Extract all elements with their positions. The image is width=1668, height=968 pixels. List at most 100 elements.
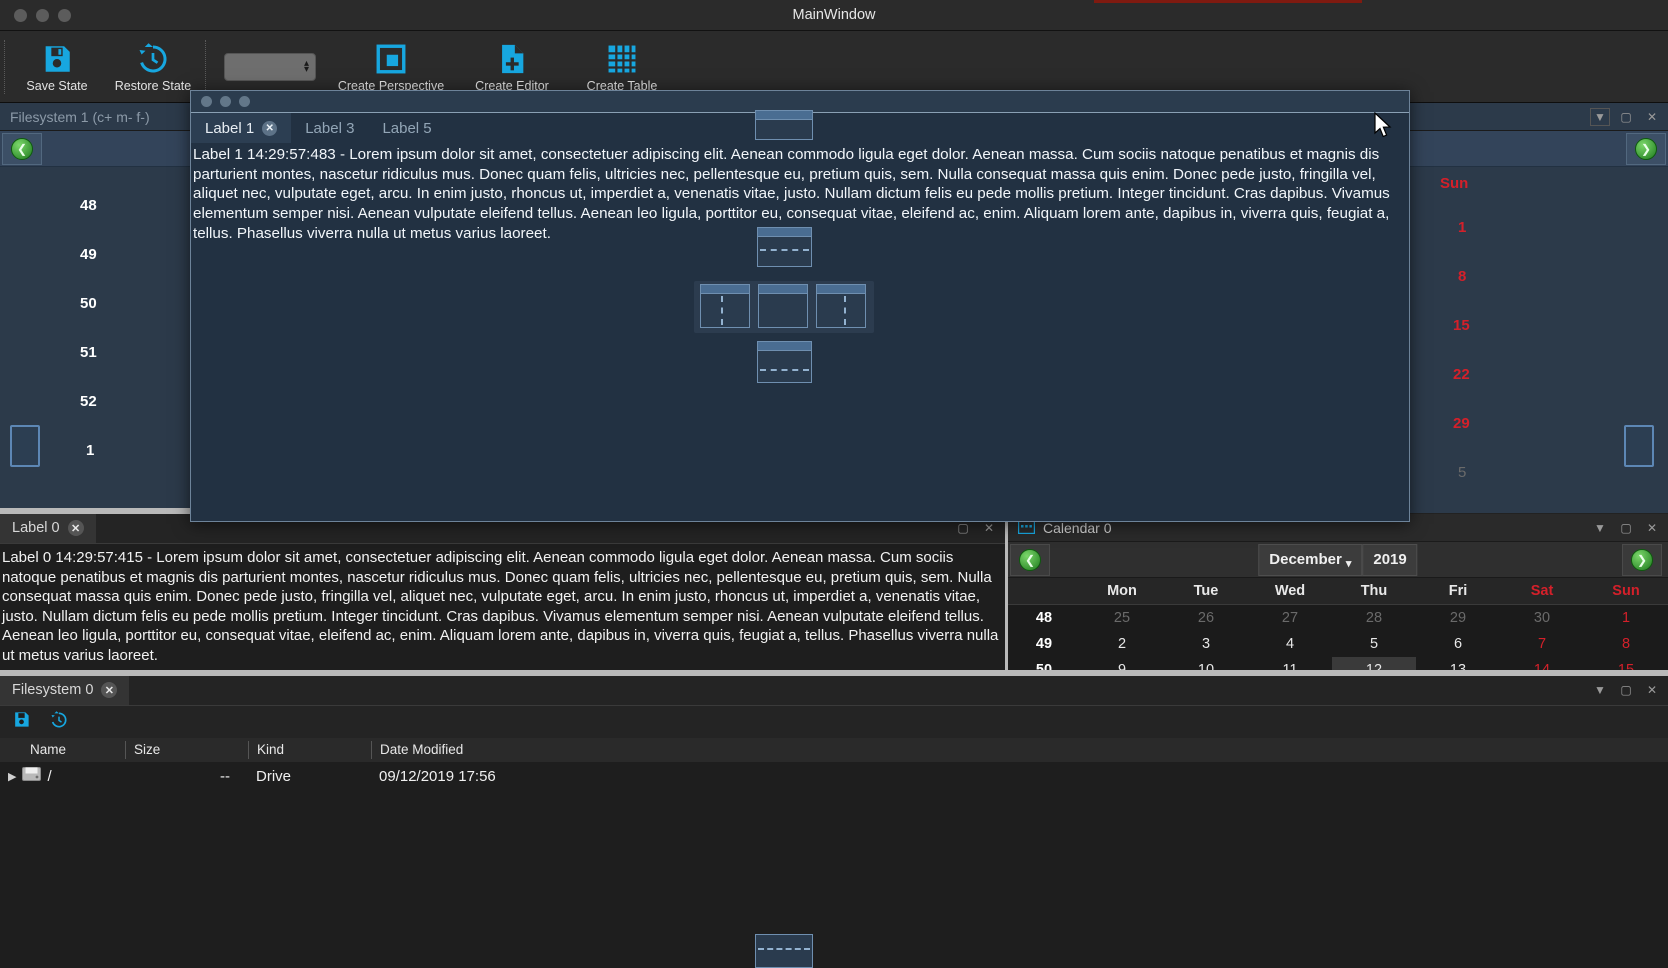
next-month-button[interactable]: ❯ [1626,133,1666,165]
calendar-0-next-button[interactable]: ❯ [1622,544,1662,576]
filesystem-0-tabbar: Filesystem 0 ✕ ▼ ▢ ✕ [0,676,1668,706]
chevron-down-icon[interactable]: ▼ [1590,681,1610,699]
create-perspective-button[interactable]: Create Perspective [326,35,456,99]
calendar-day[interactable]: 15 [1453,317,1470,334]
tab-label-5[interactable]: Label 5 [368,113,445,143]
calendar-week-row: 48 25 26 27 28 29 30 1 [1008,605,1668,631]
close-button[interactable] [201,96,212,107]
calendar-day[interactable]: 5 [1458,464,1466,481]
main-window: MainWindow Save State [0,0,1668,968]
restore-state-label: Restore State [115,79,191,93]
window-titlebar: MainWindow [0,0,1668,31]
dock-indicator-right-edge[interactable] [1624,425,1654,467]
calendar-day[interactable]: 4 [1248,631,1332,657]
count-spinbox[interactable]: ▴ ▾ [224,53,316,81]
calendar-day[interactable]: 1 [1584,605,1668,631]
restore-state-button[interactable]: Restore State [105,35,201,99]
label-0-text: Label 0 14:29:57:415 - Lorem ipsum dolor… [0,544,1005,666]
calendar-day[interactable]: 26 [1164,605,1248,631]
minimize-button[interactable] [220,96,231,107]
calendar-day[interactable]: 22 [1453,366,1470,383]
spinbox-arrows[interactable]: ▴ ▾ [304,61,309,73]
tab-label-3[interactable]: Label 3 [291,113,368,143]
filesystem-1-title: Filesystem 1 (c+ m- f-) [10,109,150,125]
tab-label-1[interactable]: Label 1 ✕ [191,113,291,143]
dock-indicator-top-edge[interactable] [755,110,813,140]
calendar-day[interactable]: 8 [1584,631,1668,657]
dock-indicator-bottom-outer[interactable] [755,934,813,968]
calendar-day[interactable]: 30 [1500,605,1584,631]
save-icon[interactable] [12,710,31,734]
calendar-day[interactable]: 25 [1080,605,1164,631]
week-number: 49 [1008,631,1080,657]
dock-indicator-right[interactable] [816,284,866,328]
panel-label-0: Label 0 ✕ ▢ ✕ Label 0 14:29:57:415 - Lor… [0,514,1005,674]
expander-triangle-icon[interactable]: ▶ [8,770,16,783]
close-button[interactable] [14,9,27,22]
traffic-light-group [14,9,71,22]
restore-clock-icon[interactable] [49,710,69,735]
column-header-date-modified[interactable]: Date Modified [371,741,1668,759]
chevron-down-icon: ▾ [1346,557,1352,570]
calendar-0-header-buttons: ▼ ▢ ✕ [1590,514,1662,542]
save-state-button[interactable]: Save State [9,35,105,99]
calendar-day[interactable]: 6 [1416,631,1500,657]
float-icon[interactable]: ▢ [1616,519,1636,537]
dock-indicator-center[interactable] [758,284,808,328]
column-header-kind[interactable]: Kind [248,741,371,759]
float-icon[interactable]: ▢ [1616,108,1636,126]
table-row[interactable]: ▶ / -- Drive 09/12/2019 17:56 [0,762,1668,790]
close-icon[interactable]: ✕ [1642,681,1662,699]
prev-month-button[interactable]: ❮ [2,133,42,165]
minimize-button[interactable] [36,9,49,22]
week-number: 49 [80,246,97,263]
calendar-day[interactable]: 27 [1248,605,1332,631]
calendar-day[interactable]: 2 [1080,631,1164,657]
day-header-wed: Wed [1248,578,1332,604]
calendar-day[interactable]: 8 [1458,268,1466,285]
tab-label-0[interactable]: Label 0 ✕ [0,513,96,543]
zoom-button[interactable] [58,9,71,22]
calendar-day[interactable]: 29 [1416,605,1500,631]
tab-filesystem-0[interactable]: Filesystem 0 ✕ [0,675,129,705]
dock-indicator-left-edge[interactable] [10,425,40,467]
month-label: December [1269,551,1342,568]
week-number: 48 [1008,605,1080,631]
create-table-button[interactable]: Create Table [568,35,676,99]
tab-label-1-text: Label 1 [205,120,254,137]
close-icon[interactable]: ✕ [1642,519,1662,537]
calendar-day[interactable]: 1 [1458,219,1466,236]
dock-indicator-left[interactable] [700,284,750,328]
calendar-day[interactable]: 29 [1453,415,1470,432]
calendar-day[interactable]: 5 [1332,631,1416,657]
week-number: 48 [80,197,97,214]
day-header-tue: Tue [1164,578,1248,604]
create-editor-button[interactable]: Create Editor [456,35,568,99]
zoom-button[interactable] [239,96,250,107]
chevron-down-icon[interactable]: ▼ [1590,519,1610,537]
week-number: 50 [80,295,97,312]
vertical-splitter[interactable] [1005,514,1008,674]
float-icon[interactable]: ▢ [1616,681,1636,699]
calendar-day[interactable]: 28 [1332,605,1416,631]
dock-indicator-center-top[interactable] [757,227,812,267]
tab-close-icon[interactable]: ✕ [262,121,277,136]
close-icon[interactable]: ✕ [1642,108,1662,126]
calendar-0-nav: ❮ December ▾ 2019 ❯ [1008,542,1668,578]
calendar-0-prev-button[interactable]: ❮ [1010,544,1050,576]
tab-close-icon[interactable]: ✕ [101,682,117,698]
calendar-day[interactable]: 3 [1164,631,1248,657]
year-selector[interactable]: 2019 [1362,544,1417,576]
new-document-icon [495,40,529,78]
red-edge-sliver [1094,0,1362,3]
chevron-down-icon[interactable]: ▼ [1590,108,1610,126]
horizontal-splitter-2[interactable] [0,670,1668,676]
dock-indicator-bottom[interactable] [757,341,812,383]
week-number: 52 [80,393,97,410]
filesystem-0-toolbar [0,706,1668,738]
month-selector[interactable]: December ▾ [1258,544,1362,576]
column-header-name[interactable]: Name [0,741,125,759]
tab-close-icon[interactable]: ✕ [68,520,84,536]
column-header-size[interactable]: Size [125,741,248,759]
calendar-day[interactable]: 7 [1500,631,1584,657]
